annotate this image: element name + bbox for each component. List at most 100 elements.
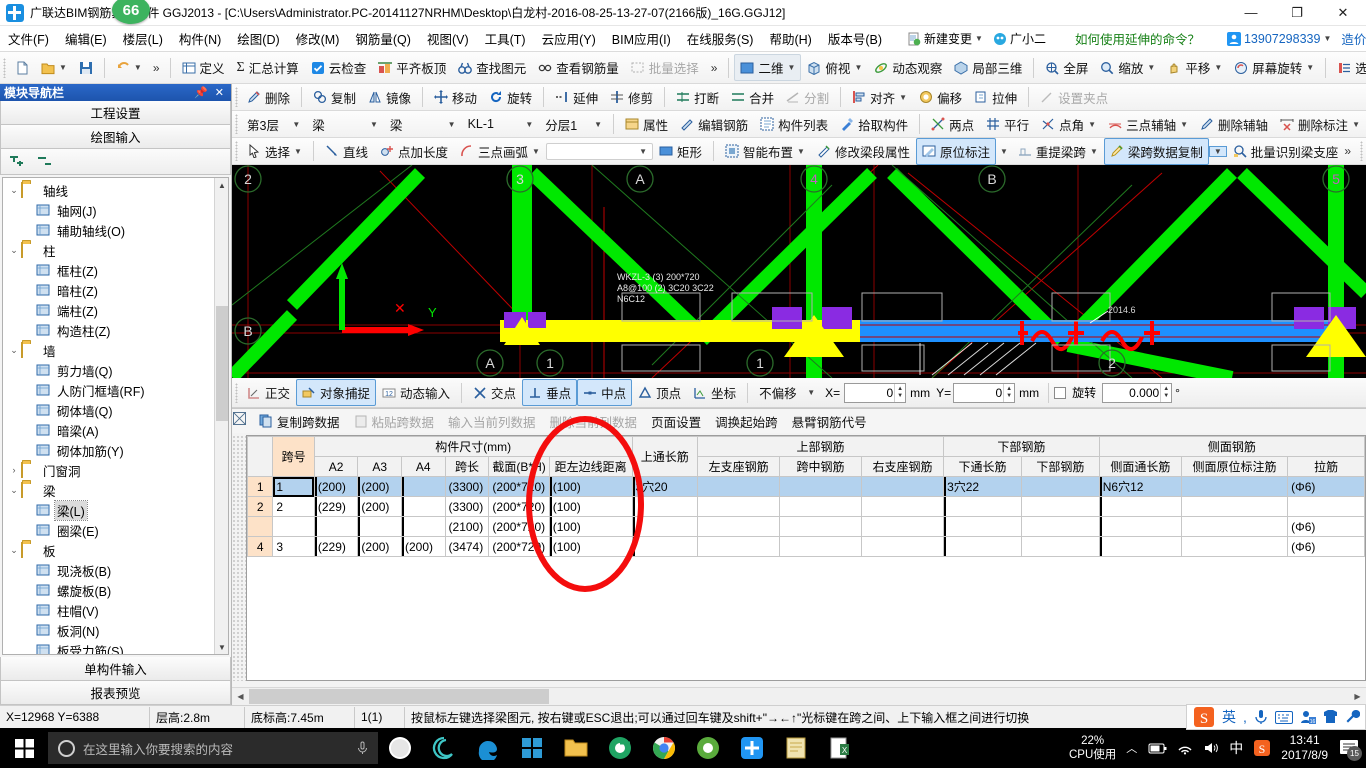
- component-toolbar-grip[interactable]: [235, 114, 238, 134]
- three-point-axis-button[interactable]: 三点辅轴 ▼: [1102, 111, 1194, 138]
- table-cell[interactable]: [357, 516, 402, 537]
- draw-mode-select[interactable]: ▼: [545, 142, 654, 160]
- table-horizontal-scrollbar[interactable]: ◀ ▶: [232, 687, 1366, 705]
- table-cell[interactable]: (3300): [444, 496, 490, 517]
- open-file-button[interactable]: ▼: [35, 57, 73, 79]
- mic-icon[interactable]: [1254, 709, 1268, 725]
- panel-corner-icon[interactable]: [233, 412, 246, 425]
- align-button[interactable]: 对齐 ▼: [846, 84, 913, 111]
- menu-file[interactable]: 文件(F): [0, 26, 57, 51]
- tree-item[interactable]: 螺旋板(B): [7, 580, 228, 600]
- tree-item[interactable]: 暗梁(A): [7, 420, 228, 440]
- undo-button[interactable]: ▼: [110, 57, 148, 79]
- tree-scrollbar[interactable]: ▲ ▼: [214, 178, 228, 654]
- tree-item[interactable]: 端柱(Z): [7, 300, 228, 320]
- keyboard-icon[interactable]: [1274, 710, 1293, 724]
- rotate-button[interactable]: 旋转: [483, 84, 538, 111]
- tree-item[interactable]: 轴网(J): [7, 200, 228, 220]
- maximize-button[interactable]: ❐: [1274, 0, 1320, 26]
- tree-folder[interactable]: ⌄ 柱: [7, 240, 228, 260]
- new-file-button[interactable]: [9, 57, 35, 79]
- rotate-spinner[interactable]: ▲ ▼: [1160, 383, 1171, 402]
- toolbar-overflow-1[interactable]: »: [148, 61, 165, 75]
- object-snap-toggle[interactable]: 对象捕捉: [296, 379, 377, 406]
- batch-select-button[interactable]: 批量选择: [625, 54, 705, 81]
- table-cell[interactable]: (200): [357, 536, 402, 557]
- dynamic-input-toggle[interactable]: 12 动态输入: [376, 379, 456, 406]
- table-cell[interactable]: (100): [548, 516, 633, 537]
- table-cell[interactable]: 3: [272, 536, 315, 557]
- tree-item[interactable]: 圈梁(E): [7, 520, 228, 540]
- table-row[interactable]: 2 2 (229) (200) (3300) (200*720) (100): [247, 496, 1365, 517]
- mirror-button[interactable]: 镜像: [362, 84, 417, 111]
- tree-item[interactable]: 板洞(N): [7, 620, 228, 640]
- menu-view[interactable]: 视图(V): [419, 26, 477, 51]
- set-grip-button[interactable]: 设置夹点: [1034, 84, 1114, 111]
- three-point-arc-button[interactable]: 三点画弧 ▼: [454, 138, 546, 165]
- sidebar-button-single-component-input[interactable]: 单构件输入: [0, 657, 231, 681]
- save-file-button[interactable]: [73, 57, 99, 79]
- cpu-usage-indicator[interactable]: 22% CPU使用: [1069, 734, 1116, 762]
- table-row[interactable]: 1 1 (200) (200) (3300) (200*720) (100) 3⽳20 3⽳22…: [247, 476, 1365, 497]
- select-tool-chevron-down-icon[interactable]: ▼: [294, 147, 302, 156]
- offset-button[interactable]: 偏移: [913, 84, 968, 111]
- rotate-input[interactable]: 0.000 ▲ ▼: [1102, 382, 1173, 403]
- chevron-down-icon[interactable]: ⌄: [7, 545, 21, 556]
- paste-span-data-button[interactable]: 粘贴跨数据: [347, 410, 442, 433]
- sogou-logo-icon[interactable]: S: [1193, 706, 1215, 728]
- layer-chevron-down-icon[interactable]: ▼: [594, 120, 602, 129]
- smart-layout-button[interactable]: 智能布置 ▼: [719, 138, 811, 165]
- tree-item[interactable]: 框柱(Z): [7, 260, 228, 280]
- table-group-header[interactable]: 下部钢筋: [943, 436, 1100, 457]
- taskbar-app-plus[interactable]: [730, 728, 774, 768]
- table-cell[interactable]: [696, 536, 781, 557]
- table-cell[interactable]: [1287, 496, 1365, 517]
- fullscreen-button[interactable]: 全屏: [1039, 54, 1094, 81]
- table-cell[interactable]: 3⽳20: [631, 476, 699, 497]
- table-cell[interactable]: [943, 516, 1022, 537]
- close-button[interactable]: ✕: [1320, 0, 1366, 26]
- table-cell[interactable]: [860, 516, 945, 537]
- table-column-header[interactable]: 右支座钢筋: [860, 456, 945, 477]
- skin-icon[interactable]: [1323, 709, 1338, 725]
- snap-midpoint[interactable]: 中点: [577, 379, 633, 406]
- copy-button[interactable]: 复制: [307, 84, 362, 111]
- type-chevron-down-icon[interactable]: ▼: [448, 120, 456, 129]
- table-cell[interactable]: [779, 496, 862, 517]
- tree-item[interactable]: 构造柱(Z): [7, 320, 228, 340]
- tree-folder[interactable]: › 门窗洞: [7, 460, 228, 480]
- define-button[interactable]: 定义: [176, 54, 231, 81]
- table-cell[interactable]: [272, 516, 315, 537]
- hscroll-track[interactable]: [249, 688, 1349, 705]
- taskbar-app-chrome[interactable]: [642, 728, 686, 768]
- table-cell[interactable]: [1020, 476, 1100, 497]
- category-select[interactable]: 梁 ▼: [306, 111, 384, 138]
- sidebar-button-project-settings[interactable]: 工程设置: [0, 101, 231, 125]
- open-file-chevron-down-icon[interactable]: ▼: [59, 63, 67, 72]
- chevron-right-icon[interactable]: ›: [7, 465, 21, 475]
- delete-current-column-button[interactable]: 删除当前列数据: [543, 410, 645, 433]
- move-button[interactable]: 移动: [428, 84, 483, 111]
- close-icon[interactable]: ✕: [215, 86, 224, 99]
- snap-grip[interactable]: [235, 382, 238, 403]
- table-cell[interactable]: (100): [548, 476, 633, 497]
- top-view-chevron-down-icon[interactable]: ▼: [854, 63, 862, 72]
- taskbar-app-notepad[interactable]: [774, 728, 818, 768]
- table-cell[interactable]: [1020, 516, 1100, 537]
- hscroll-right-icon[interactable]: ▶: [1349, 688, 1366, 705]
- category-chevron-down-icon[interactable]: ▼: [370, 120, 378, 129]
- table-cell[interactable]: [1098, 516, 1182, 537]
- taskbar-app-store[interactable]: [510, 728, 554, 768]
- table-column-header[interactable]: 侧面通长筋: [1098, 456, 1182, 477]
- table-cell[interactable]: [696, 476, 781, 497]
- pick-component-button[interactable]: 拾取构件: [834, 111, 914, 138]
- tree-item[interactable]: 砌体加筋(Y): [7, 440, 228, 460]
- in-situ-chevron-down-icon[interactable]: ▼: [996, 147, 1012, 156]
- table-cell[interactable]: [943, 536, 1022, 557]
- three-point-arc-chevron-down-icon[interactable]: ▼: [532, 147, 540, 156]
- draw-toolbar-grip[interactable]: [235, 141, 238, 161]
- point-angle-chevron-down-icon[interactable]: ▼: [1088, 120, 1096, 129]
- tree-item[interactable]: 暗柱(Z): [7, 280, 228, 300]
- menu-edit[interactable]: 编辑(E): [57, 26, 115, 51]
- table-row-header[interactable]: 1: [247, 476, 274, 497]
